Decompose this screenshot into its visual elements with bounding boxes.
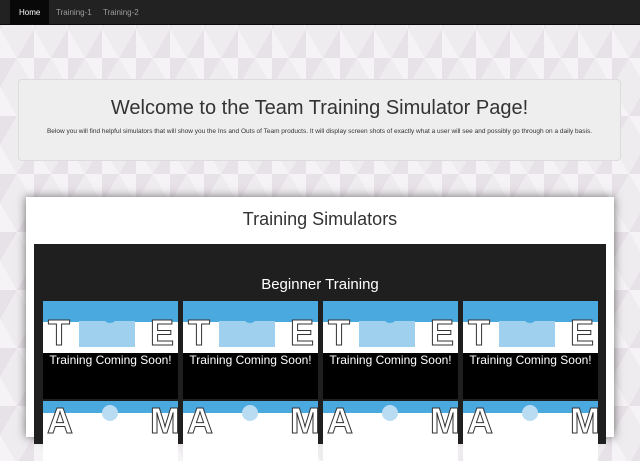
puzzle-letter: E bbox=[150, 312, 175, 353]
puzzle-knob bbox=[382, 405, 398, 421]
puzzle-knob bbox=[243, 309, 257, 323]
welcome-description: Below you will find helpful simulators t… bbox=[46, 128, 593, 135]
puzzle-letter: T bbox=[48, 312, 71, 353]
puzzle-image-top: T E bbox=[323, 301, 458, 353]
card-caption-area: Training Coming Soon! bbox=[323, 353, 458, 399]
puzzle-image-top: T E bbox=[43, 301, 178, 353]
puzzle-letter: E bbox=[570, 312, 595, 353]
training-card[interactable]: T E Training Coming Soon! A M bbox=[183, 301, 318, 461]
puzzle-piece-shape bbox=[79, 321, 135, 347]
puzzle-knob bbox=[102, 405, 118, 421]
training-card[interactable]: T E Training Coming Soon! A M bbox=[43, 301, 178, 461]
puzzle-letter: T bbox=[188, 312, 211, 353]
card-caption: Training Coming Soon! bbox=[49, 353, 172, 367]
puzzle-letter: E bbox=[430, 312, 455, 353]
beginner-training-section: Beginner Training T E Training Coming So… bbox=[34, 244, 606, 461]
card-caption: Training Coming Soon! bbox=[189, 353, 312, 367]
training-card[interactable]: T E Training Coming Soon! A M bbox=[463, 301, 598, 461]
puzzle-letter: A bbox=[187, 401, 214, 441]
puzzle-piece-shape bbox=[359, 321, 415, 347]
puzzle-letter: M bbox=[570, 401, 599, 441]
nav-home-link[interactable]: Home bbox=[10, 0, 50, 25]
puzzle-knob bbox=[103, 309, 117, 323]
puzzle-letter: M bbox=[150, 401, 179, 441]
page-title: Welcome to the Team Training Simulator P… bbox=[110, 97, 529, 119]
simulators-panel: Training Simulators Beginner Training T … bbox=[26, 197, 614, 461]
panel-title: Training Simulators bbox=[242, 209, 398, 229]
puzzle-knob bbox=[522, 405, 538, 421]
card-caption: Training Coming Soon! bbox=[329, 353, 452, 367]
puzzle-image-bottom: A M bbox=[43, 401, 178, 461]
puzzle-knob bbox=[523, 309, 537, 323]
section-title: Beginner Training bbox=[261, 276, 379, 293]
card-caption-area: Training Coming Soon! bbox=[183, 353, 318, 399]
puzzle-letter: M bbox=[290, 401, 319, 441]
training-card[interactable]: T E Training Coming Soon! A M bbox=[323, 301, 458, 461]
puzzle-piece-shape bbox=[219, 321, 275, 347]
card-caption-area: Training Coming Soon! bbox=[43, 353, 178, 399]
puzzle-image-top: T E bbox=[463, 301, 598, 353]
nav-training-1-link[interactable]: Training-1 bbox=[47, 0, 101, 25]
puzzle-knob bbox=[242, 405, 258, 421]
welcome-jumbotron: Welcome to the Team Training Simulator P… bbox=[18, 79, 621, 161]
puzzle-image-bottom: A M bbox=[323, 401, 458, 461]
puzzle-piece-shape bbox=[499, 321, 555, 347]
nav-training-2-link[interactable]: Training-2 bbox=[94, 0, 148, 25]
top-navbar: Home Training-1 Training-2 bbox=[0, 0, 640, 25]
puzzle-image-bottom: A M bbox=[183, 401, 318, 461]
puzzle-letter: T bbox=[328, 312, 351, 353]
puzzle-letter: M bbox=[430, 401, 459, 441]
puzzle-image-bottom: A M bbox=[463, 401, 598, 461]
puzzle-letter: A bbox=[47, 401, 74, 441]
puzzle-letter: A bbox=[467, 401, 494, 441]
puzzle-letter: T bbox=[468, 312, 491, 353]
puzzle-letter: E bbox=[290, 312, 315, 353]
puzzle-image-top: T E bbox=[183, 301, 318, 353]
puzzle-knob bbox=[383, 309, 397, 323]
puzzle-letter: A bbox=[327, 401, 354, 441]
card-caption-area: Training Coming Soon! bbox=[463, 353, 598, 399]
card-caption: Training Coming Soon! bbox=[469, 353, 592, 367]
